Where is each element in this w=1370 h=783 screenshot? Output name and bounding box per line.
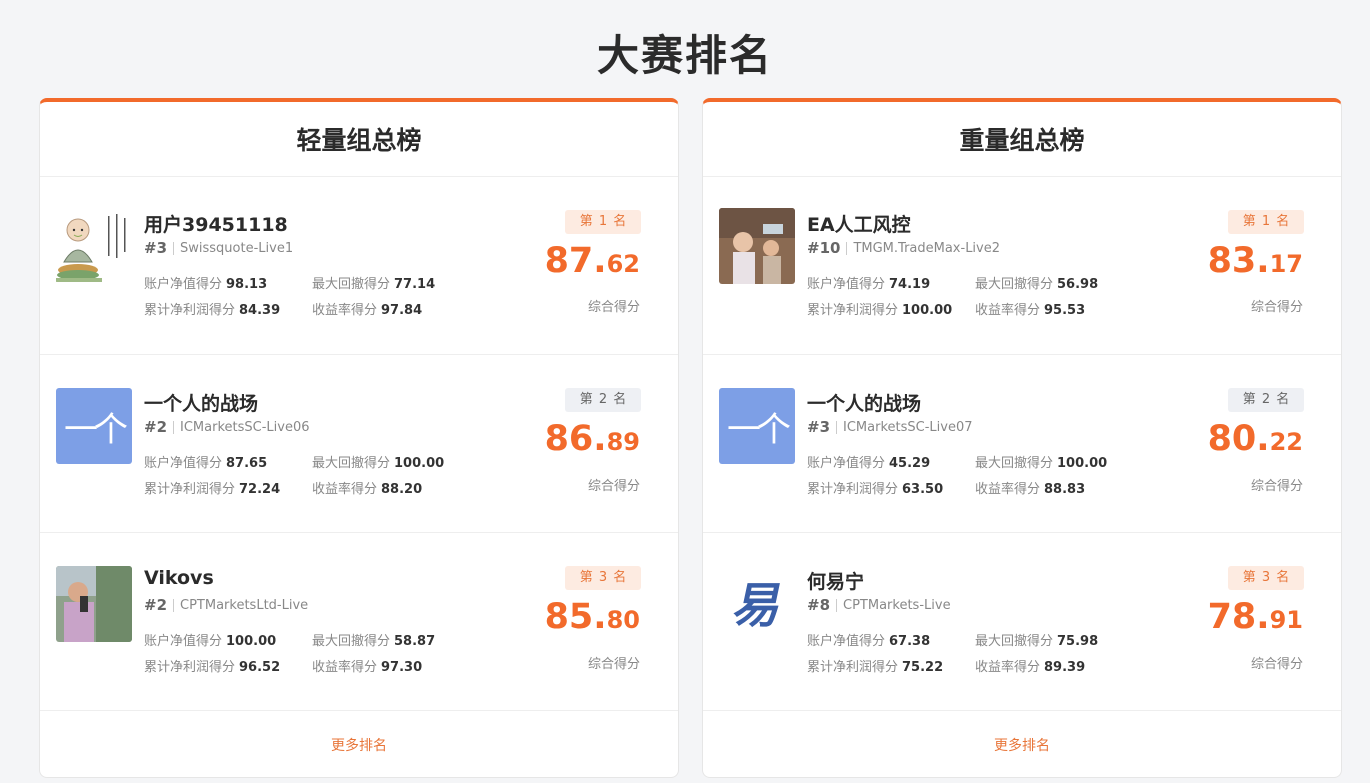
stat-return-rate: 收益率得分 97.84 (312, 303, 423, 318)
user-rank-number: #10 (807, 239, 841, 257)
account-name: TMGM.TradeMax-Live2 (853, 240, 1001, 256)
stat-net-profit: 累计净利润得分 75.22 (807, 660, 944, 675)
divider (836, 598, 838, 612)
score-label: 综合得分 (1250, 479, 1303, 494)
stat-drawdown: 最大回撤得分 75.98 (975, 634, 1099, 649)
account-name: ICMarketsSC-Live07 (843, 419, 973, 435)
leaderboard-row[interactable]: 一个 一个人的战场 #2 ICMarketsSC-Live06 账户净值得分 87… (40, 355, 678, 533)
stat-equity: 账户净值得分 67.38 (807, 634, 931, 649)
user-rank-number: #3 (144, 239, 168, 257)
stat-equity: 账户净值得分 45.29 (807, 456, 931, 471)
avatar-text[interactable]: 一个 (719, 388, 795, 464)
user-name[interactable]: 用户39451118 (144, 210, 288, 237)
account-info: #2 CPTMarketsLtd-Live (144, 596, 308, 614)
account-name: CPTMarketsLtd-Live (180, 597, 309, 613)
rank-badge: 第 2 名 (565, 388, 641, 412)
leaderboard-row[interactable]: 一个 一个人的战场 #3 ICMarketsSC-Live07 账户净值得分 45… (703, 355, 1341, 533)
avatar-monk-illustration[interactable] (56, 208, 132, 284)
rank-badge: 第 2 名 (1228, 388, 1304, 412)
total-score: 86.89 (544, 419, 640, 459)
user-rank-number: #3 (807, 418, 831, 436)
user-rank-number: #2 (144, 418, 168, 436)
total-score: 78.91 (1207, 597, 1303, 637)
user-name[interactable]: Vikovs (144, 567, 214, 589)
rank-badge: 第 3 名 (1228, 566, 1304, 590)
stat-drawdown: 最大回撤得分 56.98 (975, 277, 1099, 292)
page-title: 大赛排名 (596, 31, 773, 80)
user-name[interactable]: 一个人的战场 (807, 389, 921, 416)
avatar-person-photo[interactable] (56, 566, 132, 642)
stat-net-profit: 累计净利润得分 96.52 (144, 660, 281, 675)
stat-return-rate: 收益率得分 88.20 (312, 482, 423, 497)
divider (173, 420, 175, 434)
lightweight-leaderboard: 轻量组总榜 用户39451118 #3 Swissquote-Live1 账户净… (39, 98, 679, 778)
rank-badge: 第 1 名 (565, 210, 641, 234)
user-rank-number: #8 (807, 596, 831, 614)
account-info: #8 CPTMarkets-Live (807, 596, 951, 614)
user-rank-number: #2 (144, 596, 168, 614)
heavyweight-leaderboard: 重量组总榜 EA人工风控 #10 TMGM.TradeMax-Live2 账户净… (702, 98, 1342, 778)
user-name[interactable]: 何易宁 (807, 567, 864, 594)
account-name: CPTMarkets-Live (843, 597, 951, 613)
score-label: 综合得分 (1250, 300, 1303, 315)
total-score: 85.80 (544, 597, 640, 637)
stat-drawdown: 最大回撤得分 100.00 (312, 456, 445, 471)
score-label: 综合得分 (587, 479, 640, 494)
stat-return-rate: 收益率得分 88.83 (975, 482, 1086, 497)
svg-text:易: 易 (729, 577, 789, 633)
account-info: #10 TMGM.TradeMax-Live2 (807, 239, 1000, 257)
account-info: #3 Swissquote-Live1 (144, 239, 293, 257)
stat-equity: 账户净值得分 74.19 (807, 277, 931, 292)
stat-drawdown: 最大回撤得分 58.87 (312, 634, 436, 649)
leaderboard-row[interactable]: 易 何易宁 #8 CPTMarkets-Live 账户净值得分 67.38 最大回… (703, 533, 1341, 711)
stat-net-profit: 累计净利润得分 72.24 (144, 482, 281, 497)
account-name: ICMarketsSC-Live06 (180, 419, 310, 435)
total-score: 80.22 (1207, 419, 1303, 459)
score-label: 综合得分 (1250, 657, 1303, 672)
stat-return-rate: 收益率得分 95.53 (975, 303, 1086, 318)
avatar-children-photo[interactable] (719, 208, 795, 284)
score-label: 综合得分 (587, 657, 640, 672)
divider (173, 598, 175, 612)
avatar-text[interactable]: 一个 (56, 388, 132, 464)
account-name: Swissquote-Live1 (180, 240, 294, 256)
stat-equity: 账户净值得分 100.00 (144, 634, 277, 649)
board-title: 重量组总榜 (703, 102, 1341, 177)
user-name[interactable]: EA人工风控 (807, 210, 911, 237)
leaderboard-row[interactable]: EA人工风控 #10 TMGM.TradeMax-Live2 账户净值得分 74.… (703, 177, 1341, 355)
board-title: 轻量组总榜 (40, 102, 678, 177)
stat-equity: 账户净值得分 87.65 (144, 456, 268, 471)
avatar-calligraphy-logo[interactable]: 易 (719, 566, 795, 642)
stat-net-profit: 累计净利润得分 100.00 (807, 303, 953, 318)
stat-drawdown: 最大回撤得分 100.00 (975, 456, 1108, 471)
stat-return-rate: 收益率得分 97.30 (312, 660, 423, 675)
stat-equity: 账户净值得分 98.13 (144, 277, 268, 292)
more-rankings-link[interactable]: 更多排名 (703, 712, 1341, 777)
stat-net-profit: 累计净利润得分 63.50 (807, 482, 944, 497)
stat-net-profit: 累计净利润得分 84.39 (144, 303, 281, 318)
rank-badge: 第 1 名 (1228, 210, 1304, 234)
divider (846, 241, 848, 255)
divider (173, 241, 175, 255)
account-info: #3 ICMarketsSC-Live07 (807, 418, 973, 436)
account-info: #2 ICMarketsSC-Live06 (144, 418, 310, 436)
total-score: 83.17 (1207, 241, 1303, 281)
score-label: 综合得分 (587, 300, 640, 315)
total-score: 87.62 (544, 241, 640, 281)
divider (836, 420, 838, 434)
stat-return-rate: 收益率得分 89.39 (975, 660, 1086, 675)
leaderboard-row[interactable]: Vikovs #2 CPTMarketsLtd-Live 账户净值得分 100.0… (40, 533, 678, 711)
leaderboard-row[interactable]: 用户39451118 #3 Swissquote-Live1 账户净值得分 98.… (40, 177, 678, 355)
stat-drawdown: 最大回撤得分 77.14 (312, 277, 436, 292)
user-name[interactable]: 一个人的战场 (144, 389, 258, 416)
rank-badge: 第 3 名 (565, 566, 641, 590)
more-rankings-link[interactable]: 更多排名 (40, 712, 678, 777)
